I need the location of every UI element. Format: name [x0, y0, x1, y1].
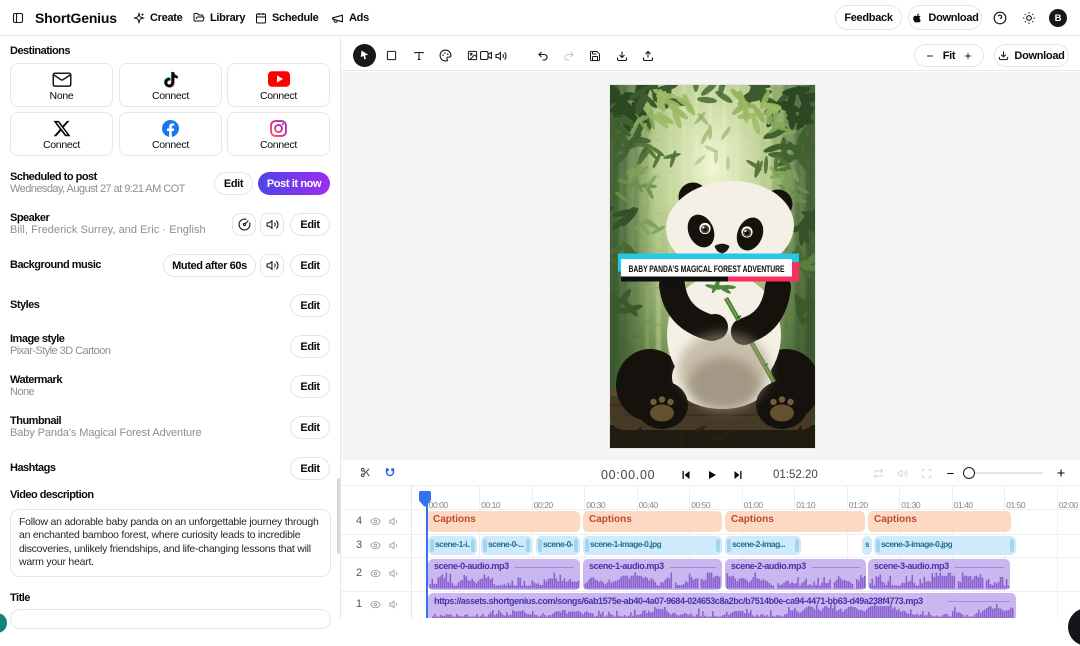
svg-text:BABY PANDA’S MAGICAL FOREST AD: BABY PANDA’S MAGICAL FOREST ADVENTURE — [629, 264, 785, 275]
